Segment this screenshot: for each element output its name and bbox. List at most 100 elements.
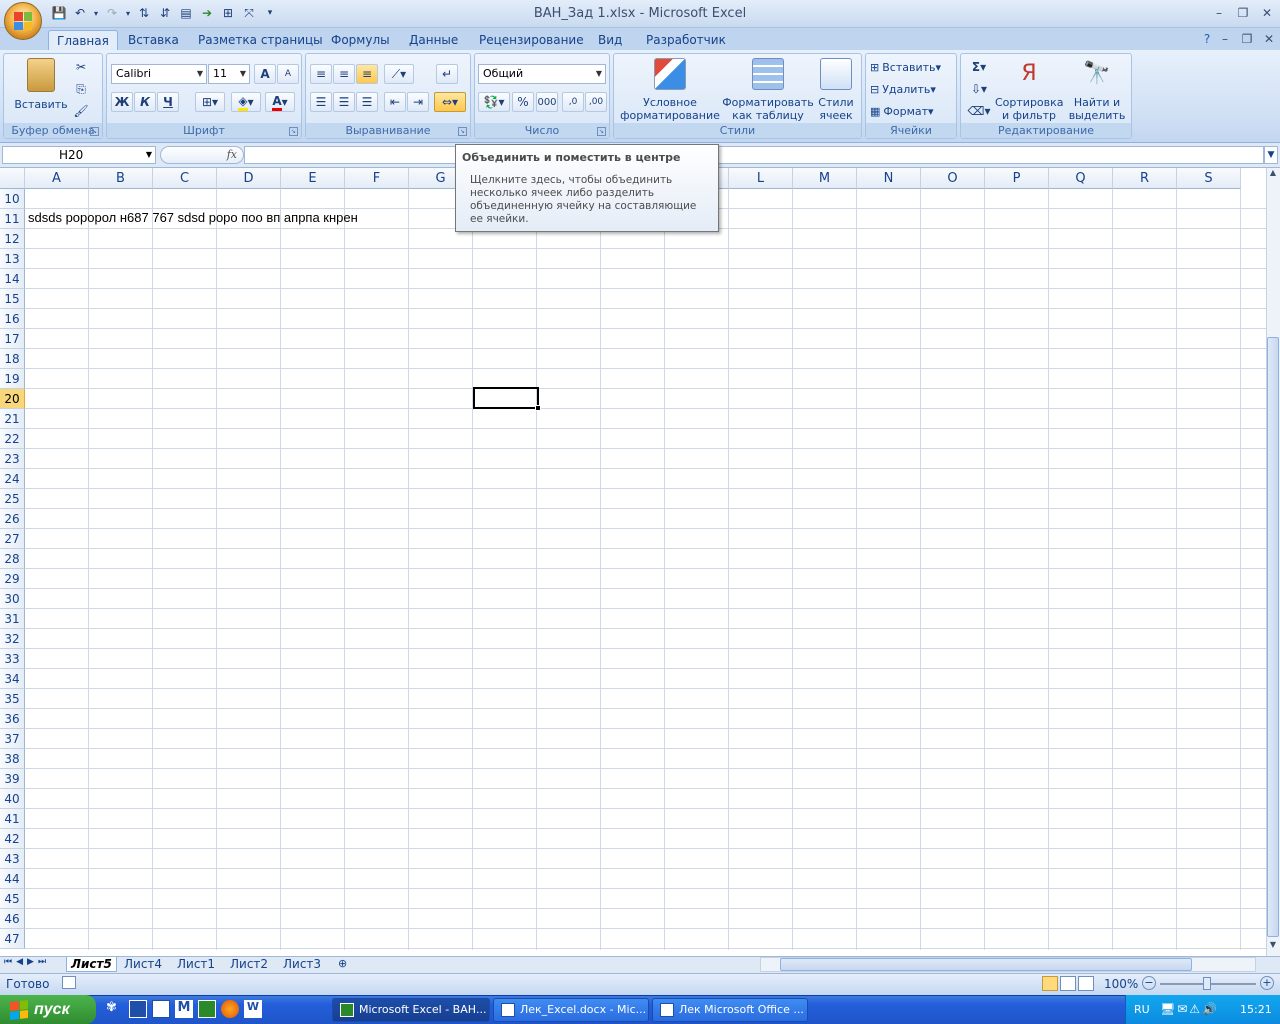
row-header[interactable]: 29 (0, 569, 25, 589)
row-header[interactable]: 44 (0, 869, 25, 889)
underline-button[interactable]: Ч (157, 92, 179, 112)
shrink-font-button[interactable]: A (277, 64, 299, 84)
page-break-view-icon[interactable] (1078, 976, 1094, 991)
close-button[interactable]: ✕ (1256, 4, 1278, 22)
column-header[interactable]: L (729, 168, 793, 189)
paste-button[interactable]: Вставить (10, 58, 72, 111)
column-header[interactable]: M (793, 168, 857, 189)
language-indicator[interactable]: RU (1134, 1003, 1150, 1016)
row-header[interactable]: 40 (0, 789, 25, 809)
fill-icon[interactable]: ⇩▾ (965, 80, 993, 98)
row-header[interactable]: 43 (0, 849, 25, 869)
zoom-out-icon[interactable]: − (1142, 976, 1156, 990)
app-icon[interactable] (129, 1000, 147, 1018)
dialog-launcher-icon[interactable]: ↘ (597, 127, 606, 136)
row-header[interactable]: 45 (0, 889, 25, 909)
column-header[interactable]: D (217, 168, 281, 189)
tab-developer[interactable]: Разработчик (638, 30, 734, 50)
autosum-icon[interactable]: Σ ▾ (965, 58, 993, 76)
dialog-launcher-icon[interactable]: ↘ (90, 127, 99, 136)
column-header[interactable]: S (1177, 168, 1241, 189)
spreadsheet-grid[interactable]: ABCDEFGHIJKLMNOPQRS101112131415161718192… (0, 168, 1266, 950)
cut-icon[interactable]: ✂ (72, 58, 90, 76)
decrease-indent-icon[interactable]: ⇤ (384, 92, 406, 112)
row-header[interactable]: 25 (0, 489, 25, 509)
orientation-icon[interactable]: ⟋▾ (384, 64, 414, 84)
row-header[interactable]: 35 (0, 689, 25, 709)
thousands-button[interactable]: 000 (536, 92, 558, 112)
column-header[interactable]: O (921, 168, 985, 189)
cell-styles-button[interactable]: Стили ячеек (814, 58, 858, 122)
task-excel[interactable]: Microsoft Excel - ВАН... (332, 998, 490, 1022)
tab-review[interactable]: Рецензирование (471, 30, 592, 50)
number-format-select[interactable]: Общий ▼ (478, 64, 606, 84)
row-header[interactable]: 26 (0, 509, 25, 529)
sheet-tab-5[interactable]: Лист3 (279, 957, 325, 972)
row-header[interactable]: 42 (0, 829, 25, 849)
insert-sheet-icon[interactable]: ⊕ (338, 957, 347, 970)
word-icon[interactable]: W (244, 1000, 262, 1018)
row-header[interactable]: 36 (0, 709, 25, 729)
font-name-select[interactable]: Calibri ▼ (111, 64, 207, 84)
column-header[interactable]: B (89, 168, 153, 189)
row-header[interactable]: 10 (0, 189, 25, 209)
row-header[interactable]: 33 (0, 649, 25, 669)
task-word-2[interactable]: Лек Microsoft Office ... (652, 998, 808, 1022)
select-all-corner[interactable] (0, 168, 25, 189)
align-bottom-icon[interactable]: ≡ (356, 64, 378, 84)
row-header[interactable]: 16 (0, 309, 25, 329)
m-app-icon[interactable]: M (175, 1000, 193, 1018)
italic-button[interactable]: К (134, 92, 156, 112)
sheet-nav-icon[interactable]: ⏮◀▶⏭ (4, 957, 50, 967)
row-header[interactable]: 13 (0, 249, 25, 269)
format-cells-button[interactable]: ▦ Формат ▾ (870, 102, 954, 120)
insert-cells-button[interactable]: ⊞ Вставить ▾ (870, 58, 954, 76)
row-header[interactable]: 39 (0, 769, 25, 789)
row-header[interactable]: 23 (0, 449, 25, 469)
dialog-launcher-icon[interactable]: ↘ (289, 127, 298, 136)
row-header[interactable]: 19 (0, 369, 25, 389)
row-header[interactable]: 47 (0, 929, 25, 949)
row-header[interactable]: 28 (0, 549, 25, 569)
align-top-icon[interactable]: ≡ (310, 64, 332, 84)
font-color-icon[interactable]: A ▾ (265, 92, 295, 112)
find-select-button[interactable]: 🔭 Найти и выделить (1065, 58, 1129, 122)
normal-view-icon[interactable] (1042, 976, 1058, 991)
tab-page-layout[interactable]: Разметка страницы (190, 30, 331, 50)
merge-center-icon[interactable]: ⇔▾ (434, 92, 466, 112)
tab-formulas[interactable]: Формулы (323, 30, 398, 50)
font-size-select[interactable]: 11 ▼ (208, 64, 250, 84)
office-button[interactable] (4, 2, 42, 40)
borders-icon[interactable]: ⊞▾ (195, 92, 225, 112)
row-header[interactable]: 32 (0, 629, 25, 649)
vertical-scroll-thumb[interactable] (1267, 337, 1279, 937)
bold-button[interactable]: Ж (111, 92, 133, 112)
column-header[interactable]: C (153, 168, 217, 189)
row-header[interactable]: 46 (0, 909, 25, 929)
row-header[interactable]: 30 (0, 589, 25, 609)
ws-restore-icon[interactable]: ❐ (1236, 30, 1258, 48)
column-header[interactable]: R (1113, 168, 1177, 189)
format-painter-icon[interactable]: 🖌 (72, 102, 90, 120)
format-as-table-button[interactable]: Форматировать как таблицу (722, 58, 814, 122)
name-box[interactable]: H20 ▼ (2, 146, 156, 164)
clear-icon[interactable]: ⌫▾ (965, 102, 993, 120)
row-header[interactable]: 27 (0, 529, 25, 549)
row-header[interactable]: 22 (0, 429, 25, 449)
ws-minimize-icon[interactable]: – (1214, 30, 1236, 48)
percent-button[interactable]: % (512, 92, 534, 112)
increase-indent-icon[interactable]: ⇥ (407, 92, 429, 112)
column-header[interactable]: Q (1049, 168, 1113, 189)
scroll-down-icon[interactable]: ▼ (1267, 940, 1279, 954)
zoom-in-icon[interactable]: + (1260, 976, 1274, 990)
macro-record-icon[interactable] (62, 976, 76, 989)
row-header[interactable]: 37 (0, 729, 25, 749)
column-header[interactable]: F (345, 168, 409, 189)
wrap-text-icon[interactable]: ↵ (436, 64, 458, 84)
grow-font-button[interactable]: A (254, 64, 276, 84)
row-header[interactable]: 14 (0, 269, 25, 289)
fill-color-icon[interactable]: ◈ ▾ (231, 92, 261, 112)
restore-button[interactable]: ❐ (1232, 4, 1254, 22)
butterfly-icon[interactable]: ✾ (106, 1000, 124, 1018)
column-header[interactable]: N (857, 168, 921, 189)
